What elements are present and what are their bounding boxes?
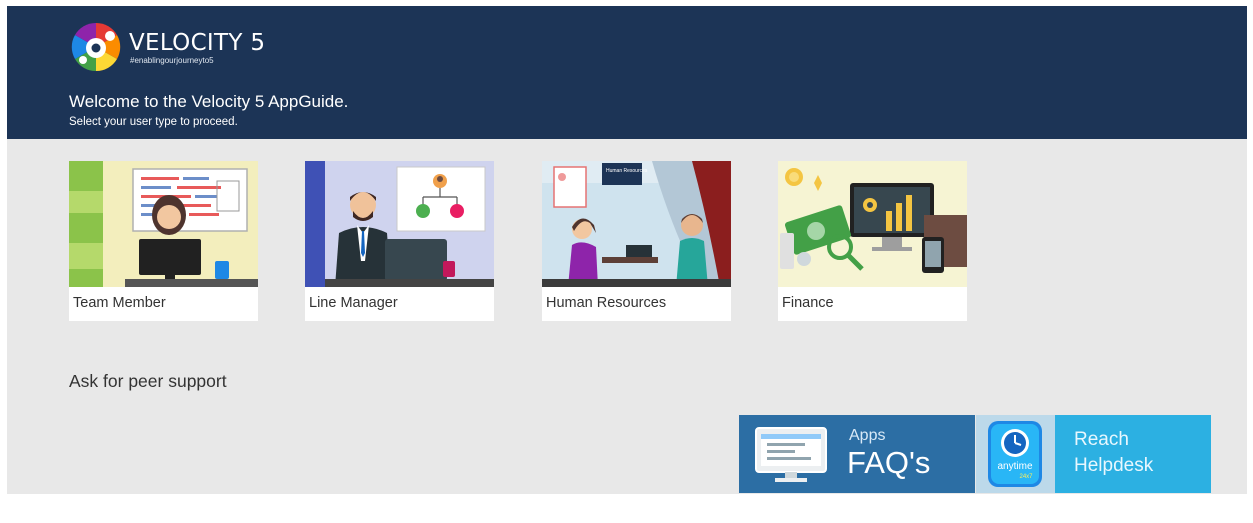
monitor-icon [755,427,827,482]
line-manager-illustration [305,161,494,287]
header: VELOCITY 5 #enablingourjourneyto5 Welcom… [7,6,1247,139]
peer-support-link[interactable]: Ask for peer support [69,371,227,392]
tile-human-resources[interactable]: Human Resources Human Resources [542,161,731,321]
tile-label: Finance [782,295,834,311]
tile-finance[interactable]: Finance [778,161,967,321]
brand-name: VELOCITY 5 [129,30,266,56]
anytime-subtext: 24x7 [1019,474,1033,480]
welcome-subtitle: Select your user type to proceed. [69,116,238,128]
brand-tagline: #enablingourjourneyto5 [130,56,214,65]
tile-label: Human Resources [546,295,667,311]
hr-sign: Human Resources [606,168,648,174]
helpdesk-icon-panel: anytime 24x7 [976,415,1055,493]
velocity-logo-icon [71,22,121,72]
brand-logo: VELOCITY 5 #enablingourjourneyto5 [69,20,265,76]
faq-small-label: Apps [849,427,886,444]
apps-faq-button[interactable]: Apps FAQ's [739,415,975,493]
reach-helpdesk-button[interactable]: anytime 24x7 Reach Helpdesk [976,415,1211,493]
clock-icon: anytime 24x7 [988,421,1042,487]
helpdesk-line1: Reach [1074,429,1129,450]
app-window: VELOCITY 5 #enablingourjourneyto5 Welcom… [7,6,1247,494]
faq-big-label: FAQ's [847,445,931,480]
finance-illustration [778,161,967,287]
tile-label: Team Member [73,295,166,311]
team-member-illustration [69,161,258,287]
helpdesk-line2: Helpdesk [1074,455,1154,476]
tile-team-member[interactable]: Team Member [69,161,258,321]
anytime-text: anytime [997,461,1032,472]
tile-line-manager[interactable]: Line Manager [305,161,494,321]
human-resources-illustration: Human Resources [542,161,731,287]
tile-label: Line Manager [309,295,398,311]
welcome-title: Welcome to the Velocity 5 AppGuide. [69,92,349,111]
